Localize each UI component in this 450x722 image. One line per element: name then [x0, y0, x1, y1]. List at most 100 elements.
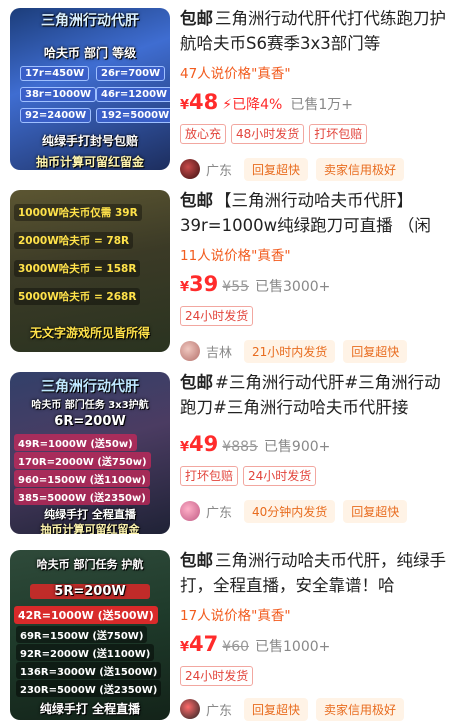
thumb-row: 92=2400W	[20, 108, 92, 123]
currency-symbol: ¥	[180, 440, 190, 455]
thumb-title: 三角洲行动代肝	[41, 13, 139, 29]
price-drop-text: 已降4%	[232, 97, 283, 113]
thumb-headers: 哈夫币 部门 等级	[43, 46, 137, 60]
seller-avatar[interactable]	[180, 501, 200, 521]
product-title[interactable]: 包邮 #三角洲行动代肝#三角洲行动跑刀#三角洲行动哈夫币代肝接	[180, 370, 448, 420]
product-title[interactable]: 包邮 【三角洲行动哈夫币代肝】39r=1000w纯绿跑刀可直播 （闲	[180, 188, 448, 238]
sold-count: 已售1000+	[255, 639, 331, 655]
free-shipping-label: 包邮	[180, 373, 213, 392]
thumb-row: 3000W哈夫币 = 158R	[14, 260, 141, 277]
tag: 打坏包赔	[309, 124, 368, 144]
seller-row: 广东 回复超快 卖家信用极好	[180, 156, 448, 182]
thumb-row: 192=5000W	[96, 108, 170, 123]
seller-avatar[interactable]	[180, 341, 200, 361]
seller-location: 广东	[206, 163, 233, 179]
product-card-3[interactable]: 三角洲行动代肝 哈夫币 部门任务 3x3护航 6R=200W 49R=1000W…	[0, 364, 450, 542]
seller-badge: 回复超快	[343, 499, 408, 523]
currency-symbol: ¥	[180, 640, 190, 655]
lightning-icon: ⚡	[222, 97, 233, 113]
thumb-row: 69R=1500W (送750W)	[16, 626, 148, 643]
seller-row: 广东 回复超快 卖家信用极好	[180, 696, 448, 722]
price: 47	[189, 632, 219, 656]
price: 39	[189, 272, 219, 296]
product-title-text: #三角洲行动代肝#三角洲行动跑刀#三角洲行动哈夫币代肝接	[180, 373, 441, 417]
thumb-highlight-row: 42R=1000W (送500W)	[14, 606, 158, 624]
free-shipping-label: 包邮	[180, 551, 213, 570]
thumb-row: 17r=450W	[20, 66, 90, 81]
product-title-text: 三角洲行动代肝代打代练跑刀护航哈夫币S6赛季3x3部门等	[180, 9, 446, 53]
product-list: 三角洲行动代肝 哈夫币 部门 等级 17r=450W 26r=700W 38r=…	[0, 0, 450, 722]
price-drop-badge: ⚡已降4%	[222, 94, 282, 114]
thumb-row: 38r=1000W	[20, 87, 97, 102]
thumb-row: 1000W哈夫币仅需 39R	[14, 204, 142, 221]
thumb-row: 49R=1000W (送50w)	[14, 434, 137, 451]
product-thumbnail[interactable]: 哈夫币 部门任务 护航 5R=200W 42R=1000W (送500W) 69…	[10, 550, 170, 720]
seller-row: 吉林 21小时内发货 回复超快	[180, 338, 448, 364]
seller-location: 广东	[206, 505, 233, 521]
thumb-row: 960=1500W (送1100w)	[14, 470, 150, 487]
price-row: ¥ 47 ¥60 已售1000+	[180, 632, 448, 660]
original-price: ¥55	[222, 279, 250, 295]
original-price: ¥60	[222, 639, 250, 655]
price-comment: 47人说价格"真香"	[180, 66, 291, 82]
currency-symbol: ¥	[180, 280, 190, 295]
original-price: ¥885	[222, 439, 258, 455]
thumb-footer: 抽币计算可留红留金	[40, 523, 140, 534]
seller-badge: 卖家信用极好	[316, 157, 405, 181]
product-thumbnail[interactable]: 三角洲行动代肝 哈夫币 部门 等级 17r=450W 26r=700W 38r=…	[10, 8, 170, 170]
tag-list: 24小时发货	[180, 306, 448, 328]
seller-row: 广东 40分钟内发货 回复超快	[180, 498, 448, 524]
price-row: ¥ 39 ¥55 已售3000+	[180, 272, 448, 300]
thumb-title: 三角洲行动代肝	[41, 379, 139, 395]
price: 49	[189, 432, 219, 456]
seller-avatar[interactable]	[180, 159, 200, 179]
sold-count: 已售1万+	[290, 97, 353, 113]
free-shipping-label: 包邮	[180, 191, 213, 210]
thumb-row: 2000W哈夫币 = 78R	[14, 232, 134, 249]
seller-badge: 40分钟内发货	[244, 499, 336, 523]
product-card-4[interactable]: 哈夫币 部门任务 护航 5R=200W 42R=1000W (送500W) 69…	[0, 542, 450, 722]
thumb-footer: 无文字游戏所见皆所得	[29, 326, 150, 340]
seller-badge: 回复超快	[343, 339, 408, 363]
product-card-2[interactable]: 1000W哈夫币仅需 39R 2000W哈夫币 = 78R 3000W哈夫币 =…	[0, 182, 450, 363]
tag: 打坏包赔	[180, 466, 239, 486]
price: 48	[189, 90, 219, 114]
seller-location: 吉林	[206, 345, 233, 361]
seller-badge: 回复超快	[244, 697, 309, 721]
product-title-text: 【三角洲行动哈夫币代肝】39r=1000w纯绿跑刀可直播 （闲	[180, 191, 431, 235]
thumb-row: 46r=1200W	[96, 87, 170, 102]
product-title[interactable]: 包邮 三角洲行动代肝代打代练跑刀护航哈夫币S6赛季3x3部门等	[180, 6, 448, 56]
seller-avatar[interactable]	[180, 699, 200, 719]
product-title[interactable]: 包邮 三角洲行动哈夫币代肝，纯绿手打，全程直播，安全靠谱！哈	[180, 548, 448, 598]
product-card-1[interactable]: 三角洲行动代肝 哈夫币 部门 等级 17r=450W 26r=700W 38r=…	[0, 0, 450, 181]
tag-list: 打坏包赔 24小时发货	[180, 466, 448, 488]
tag: 24小时发货	[243, 466, 317, 486]
thumb-row: 26r=700W	[96, 66, 166, 81]
thumb-row: 92R=2000W (送1100W)	[16, 644, 155, 661]
product-thumbnail[interactable]: 三角洲行动代肝 哈夫币 部门任务 3x3护航 6R=200W 49R=1000W…	[10, 372, 170, 534]
thumb-first-row: 6R=200W	[54, 414, 126, 429]
tag-list: 放心充 48小时发货 打坏包赔	[180, 124, 448, 146]
tag: 48小时发货	[231, 124, 305, 144]
price-row: ¥ 48 ⚡已降4% 已售1万+	[180, 90, 448, 118]
free-shipping-label: 包邮	[180, 9, 213, 28]
seller-location: 广东	[206, 703, 233, 719]
price-row: ¥ 49 ¥885 已售900+	[180, 432, 448, 460]
tag: 24小时发货	[180, 666, 254, 686]
thumb-banner: 纯绿手打封号包赔	[41, 134, 138, 148]
price-comment: 17人说价格"真香"	[180, 608, 291, 624]
thumb-row: 170R=2000W (送750w)	[14, 452, 151, 469]
seller-badge: 21小时内发货	[244, 339, 336, 363]
thumb-banner: 纯绿手打 全程直播	[44, 508, 136, 521]
product-thumbnail[interactable]: 1000W哈夫币仅需 39R 2000W哈夫币 = 78R 3000W哈夫币 =…	[10, 190, 170, 352]
thumb-banner: 纯绿手打 全程直播	[39, 702, 141, 716]
thumb-row: 5000W哈夫币 = 268R	[14, 288, 141, 305]
thumb-headers: 哈夫币 部门任务 护航	[36, 558, 144, 571]
thumb-row: 136R=3000W (送1500W)	[16, 662, 162, 679]
tag: 24小时发货	[180, 306, 254, 326]
price-comment: 11人说价格"真香"	[180, 248, 291, 264]
sold-count: 已售3000+	[255, 279, 331, 295]
seller-badge: 卖家信用极好	[316, 697, 405, 721]
thumb-headers: 哈夫币 部门任务 3x3护航	[31, 400, 149, 411]
thumb-first-row: 5R=200W	[30, 584, 150, 599]
